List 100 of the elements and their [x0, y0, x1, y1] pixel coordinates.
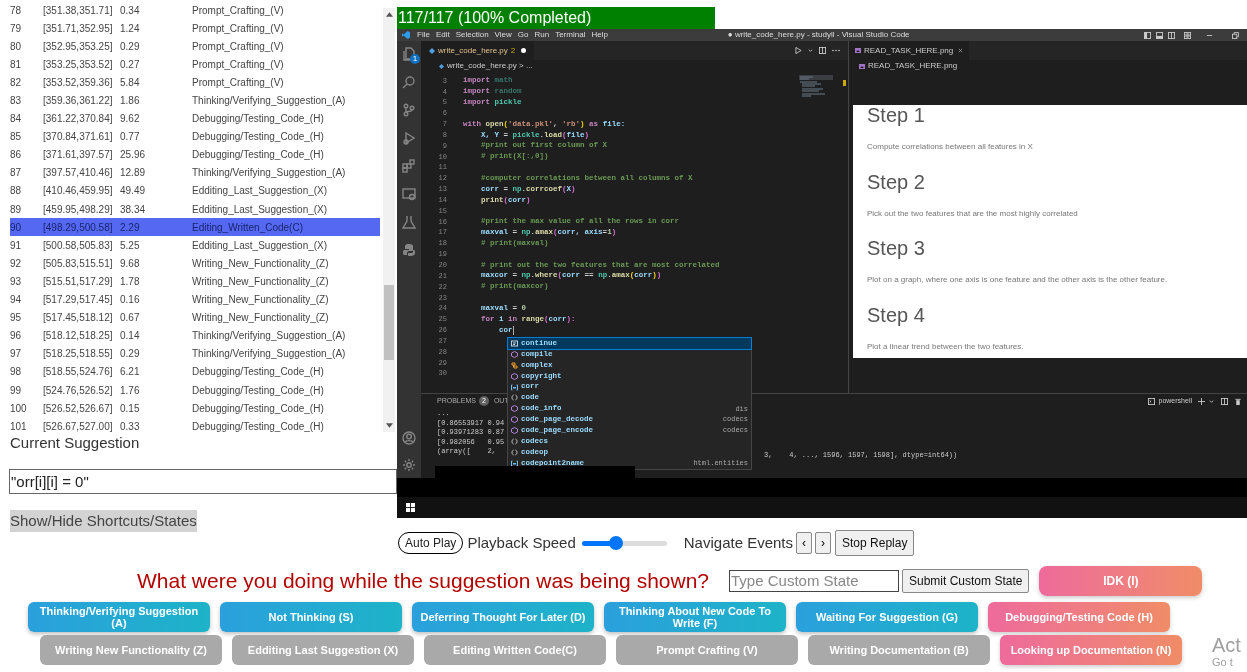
table-cell-text: 2.29	[120, 220, 141, 235]
table-row[interactable]: 100 [526.52,526.67] 0.15 Debugging/Testing_Code_(H)	[10, 399, 380, 418]
menu-item[interactable]: Terminal	[555, 29, 586, 41]
extensions-icon[interactable]	[402, 159, 416, 173]
auto-play-button[interactable]: Auto Play	[398, 532, 464, 554]
toggle-button[interactable]: Show/Hide Shortcuts/States	[10, 510, 197, 532]
table-row[interactable]: 96 [518.12,518.25] 0.14 Thinking/Verifying_Suggestion_(A)	[10, 326, 380, 345]
scrollbar-track[interactable]	[383, 8, 395, 432]
editor-tab[interactable]: write_code_here.py 2	[421, 41, 535, 60]
table-cell-text: Debugging/Testing_Code_(H)	[192, 148, 324, 163]
scroll-up-icon[interactable]	[385, 12, 393, 17]
run-debug-icon[interactable]	[402, 131, 416, 145]
table-cell-text: [526.67,527.00]	[43, 419, 114, 432]
flask-icon[interactable]	[402, 215, 416, 229]
menu-item[interactable]: Edit	[435, 29, 450, 41]
scrollbar-thumb[interactable]	[384, 285, 394, 360]
chevron-down-icon[interactable]	[1209, 398, 1214, 404]
next-button[interactable]: ›	[815, 532, 831, 554]
table-cell-text: 9.62	[120, 112, 141, 127]
menu-item[interactable]: View	[494, 29, 512, 41]
table-row[interactable]: 99 [524.76,526.52] 1.76 Debugging/Testing_Code_(H)	[10, 380, 380, 400]
table-row[interactable]: 88 [410.46,459.95] 49.49 Edditing_Last_Suggestion_(X)	[10, 181, 380, 201]
table-row[interactable]: 83 [359.36,361.22] 1.86 Thinking/Verifying_Suggestion_(A)	[10, 91, 380, 110]
table-row[interactable]: 98 [518.55,524.76] 6.21 Debugging/Testing_Code_(H)	[10, 362, 380, 381]
previous-button[interactable]: ‹	[796, 532, 812, 554]
editor-tab[interactable]: READ_TASK_HERE.png	[849, 41, 970, 60]
panel-toggle-icon[interactable]	[1156, 31, 1163, 39]
table-row[interactable]: 89 [459.95,498.29] 38.34 Edditing_Last_Suggestion_(X)	[10, 200, 380, 219]
table-row[interactable]: 86 [371.61,397.57] 25.96 Debugging/Testing_Code_(H)	[10, 145, 380, 164]
split-terminal-icon[interactable]	[1221, 397, 1228, 405]
run-icon[interactable]	[795, 47, 802, 54]
python-file-icon	[429, 47, 435, 54]
table-cell-text: [371.61,397.57]	[43, 148, 114, 163]
settings-icon[interactable]	[402, 458, 416, 472]
table-cell-text: [526.52,526.67]	[43, 401, 114, 416]
menu-item[interactable]: Go	[517, 29, 529, 41]
table-row[interactable]: 81 [353.25,353.52] 0.27 Prompt_Crafting_(V)	[10, 55, 380, 74]
split-layout-icon[interactable]	[1168, 31, 1175, 39]
table-row[interactable]: 94 [517.29,517.45] 0.16 Writing_New_Functionality_(Z)	[10, 290, 380, 309]
split-editor-icon[interactable]	[819, 47, 826, 54]
account-icon[interactable]	[402, 431, 416, 445]
submit-button[interactable]: Submit Custom State	[902, 569, 1030, 593]
breadcrumb[interactable]: write_code_here.py > ...	[447, 60, 533, 72]
table-row[interactable]: 80 [352.95,353.25] 0.29 Prompt_Crafting_(V)	[10, 37, 380, 56]
table-cell-text: 1.78	[120, 274, 141, 289]
table-row[interactable]: 82 [353.52,359.36] 5.84 Prompt_Crafting_(V)	[10, 73, 380, 92]
layout-grid-icon[interactable]	[1184, 31, 1191, 39]
trash-icon[interactable]	[1235, 397, 1241, 405]
table-cell-text: 1.24	[120, 21, 141, 36]
breadcrumb[interactable]: READ_TASK_HERE.png	[868, 60, 958, 72]
table-cell-text: 93	[10, 274, 23, 289]
chevron-down-icon[interactable]	[808, 48, 813, 53]
menu-item[interactable]: Selection	[455, 29, 489, 41]
table-cell-text: Thinking/Verifying_Suggestion_(A)	[192, 329, 346, 344]
terminal-icon[interactable]	[1147, 397, 1155, 405]
suggestion-field[interactable]: "orr[i][i] = 0"	[9, 469, 397, 494]
speed-slider[interactable]	[581, 536, 667, 550]
table-row[interactable]: 101 [526.67,527.00] 0.33 Debugging/Testing_Code_(H)	[10, 417, 380, 432]
table-cell-text: 0.29	[120, 347, 141, 362]
table-cell-text: 0.33	[120, 419, 141, 432]
vscode-logo-icon[interactable]	[402, 31, 410, 39]
python-icon[interactable]	[402, 243, 416, 257]
table-row[interactable]: 97 [518.25,518.55] 0.29 Thinking/Verifying_Suggestion_(A)	[10, 344, 380, 363]
custom-state-field[interactable]: Type Custom State	[729, 570, 899, 592]
tab-label: write_code_here.py	[438, 44, 508, 57]
search-icon[interactable]	[402, 75, 416, 89]
table-cell-text: 82	[10, 75, 23, 90]
table-cell-text: 5.84	[120, 75, 141, 90]
table-cell-text: [353.52,359.36]	[43, 75, 114, 90]
restore-icon[interactable]	[1232, 31, 1239, 39]
sidebar-toggle-icon[interactable]	[1144, 31, 1151, 39]
remote-explorer-icon[interactable]	[402, 187, 416, 201]
more-icon[interactable]	[832, 49, 840, 52]
step-heading: Step 1	[867, 105, 926, 125]
menu-item[interactable]: Run	[534, 29, 550, 41]
table-row[interactable]: 92 [505.83,515.51] 9.68 Writing_New_Functionality_(Z)	[10, 254, 380, 273]
menu-item[interactable]: File	[417, 29, 430, 41]
table-cell-text: [351.71,352.95]	[43, 21, 114, 36]
table-row[interactable]: 78 [351.38,351.71] 0.34 Prompt_Crafting_(V)	[10, 1, 380, 20]
add-icon[interactable]	[1198, 397, 1205, 405]
table-cell-text: 94	[10, 293, 23, 308]
source-control-icon[interactable]	[402, 103, 416, 117]
table-row[interactable]: 91 [500.58,505.83] 5.25 Edditing_Last_Suggestion_(X)	[10, 236, 380, 255]
close-icon[interactable]	[958, 48, 964, 53]
table-cell-text: 80	[10, 39, 23, 54]
table-row[interactable]: 84 [361.22,370.84] 9.62 Debugging/Testing_Code_(H)	[10, 109, 380, 128]
table-row[interactable]: 95 [517.45,518.12] 0.67 Writing_New_Functionality_(Z)	[10, 308, 380, 327]
files-icon[interactable]	[402, 47, 416, 61]
table-cell-text: 9.68	[120, 256, 141, 271]
scroll-down-icon[interactable]	[385, 423, 393, 428]
table-cell-text: 101	[10, 419, 28, 432]
slider-thumb[interactable]	[608, 536, 623, 550]
table-row[interactable]: 79 [351.71,352.95] 1.24 Prompt_Crafting_(V)	[10, 19, 380, 38]
windows-icon[interactable]	[406, 503, 415, 512]
table-row[interactable]: 87 [397.57,410.46] 12.89 Thinking/Verifying_Suggestion_(A)	[10, 163, 380, 182]
table-row[interactable]: 93 [515.51,517.29] 1.78 Writing_New_Functionality_(Z)	[10, 272, 380, 291]
stop-replay-button[interactable]: Stop Replay	[835, 530, 915, 556]
table-row[interactable]: 85 [370.84,371.61] 0.77 Debugging/Testing_Code_(H)	[10, 127, 380, 146]
menu-item[interactable]: Help	[591, 29, 608, 41]
table-cell-text: [410.46,459.95]	[43, 184, 114, 199]
